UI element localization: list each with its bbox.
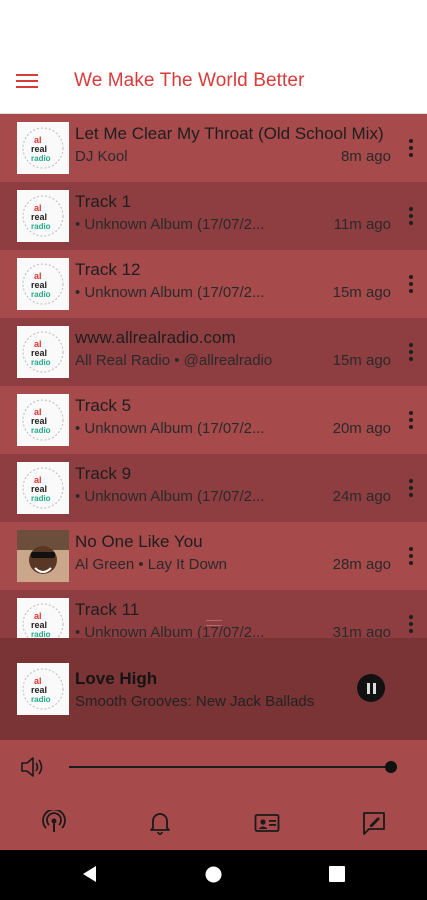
- track-title: Track 11: [75, 600, 140, 619]
- track-time: 20m ago: [332, 420, 391, 437]
- svg-text:radio: radio: [31, 222, 51, 231]
- svg-text:radio: radio: [31, 154, 51, 163]
- home-icon[interactable]: [205, 866, 222, 888]
- more-options-icon[interactable]: [403, 544, 419, 568]
- hamburger-menu-icon[interactable]: [4, 58, 50, 104]
- svg-text:radio: radio: [31, 290, 51, 299]
- album-art: al real radio: [17, 122, 69, 174]
- id-card-icon[interactable]: [254, 810, 280, 836]
- track-title: Track 12: [75, 260, 141, 279]
- list-item[interactable]: al real radio Track 1 • Unknown Album (17/…: [0, 182, 427, 250]
- svg-text:real: real: [31, 212, 47, 222]
- now-playing-art: al real radio: [17, 663, 69, 715]
- track-title: Let Me Clear My Throat (Old School Mix): [75, 124, 384, 143]
- track-subtitle: • Unknown Album (17/07/2...: [75, 284, 265, 301]
- pause-button[interactable]: [357, 674, 385, 702]
- bell-icon[interactable]: [147, 810, 173, 836]
- track-time: 28m ago: [332, 556, 391, 573]
- drag-handle-icon[interactable]: [206, 620, 222, 626]
- svg-text:real: real: [31, 416, 47, 426]
- svg-text:radio: radio: [31, 630, 51, 638]
- volume-slider-thumb[interactable]: [385, 761, 397, 773]
- track-time: 31m ago: [332, 624, 391, 638]
- track-subtitle: All Real Radio • @allrealradio: [75, 352, 273, 369]
- more-options-icon[interactable]: [403, 476, 419, 500]
- track-title: No One Like You: [75, 532, 203, 551]
- album-art: al real radio: [17, 326, 69, 378]
- now-playing-subtitle: Smooth Grooves: New Jack Ballads: [75, 692, 315, 710]
- now-playing-title: Love High: [75, 668, 158, 688]
- track-time: 15m ago: [332, 284, 391, 301]
- track-title: www.allrealradio.com: [75, 328, 236, 347]
- more-options-icon[interactable]: [403, 340, 419, 364]
- more-options-icon[interactable]: [403, 272, 419, 296]
- svg-text:real: real: [31, 348, 47, 358]
- svg-text:radio: radio: [31, 494, 51, 503]
- album-art: al real radio: [17, 258, 69, 310]
- track-time: 15m ago: [332, 352, 391, 369]
- album-art: [17, 530, 69, 582]
- track-subtitle: Al Green • Lay It Down: [75, 556, 227, 573]
- track-subtitle: • Unknown Album (17/07/2...: [75, 624, 265, 638]
- svg-text:real: real: [31, 484, 47, 494]
- svg-text:real: real: [31, 280, 47, 290]
- more-options-icon[interactable]: [403, 136, 419, 160]
- more-options-icon[interactable]: [403, 612, 419, 636]
- album-art: al real radio: [17, 394, 69, 446]
- album-art: al real radio: [17, 190, 69, 242]
- album-art: al real radio: [17, 462, 69, 514]
- track-subtitle: DJ Kool: [75, 148, 128, 165]
- recents-icon[interactable]: [329, 866, 345, 887]
- list-item[interactable]: al real radio Track 5 • Unknown Album (17/…: [0, 386, 427, 454]
- podcast-icon[interactable]: [41, 810, 67, 836]
- svg-text:radio: radio: [31, 695, 51, 704]
- system-nav-bar: [0, 850, 427, 900]
- bottom-nav: [0, 796, 427, 850]
- list-item[interactable]: al real radio Track 9 • Unknown Album (17/…: [0, 454, 427, 522]
- list-item[interactable]: al real radio Track 12 • Unknown Album (17…: [0, 250, 427, 318]
- speaker-icon[interactable]: [20, 756, 44, 783]
- volume-control: [0, 740, 427, 796]
- track-time: 11m ago: [333, 216, 391, 233]
- more-options-icon[interactable]: [403, 408, 419, 432]
- app-header: We Make The World Better: [0, 48, 427, 114]
- recently-played-list[interactable]: al real radio Let Me Clear My Throat (Old …: [0, 114, 427, 638]
- svg-text:radio: radio: [31, 358, 51, 367]
- track-title: Track 9: [75, 464, 132, 483]
- track-subtitle: • Unknown Album (17/07/2...: [75, 488, 265, 505]
- track-time: 24m ago: [332, 488, 391, 505]
- more-options-icon[interactable]: [403, 204, 419, 228]
- album-art: al real radio: [17, 598, 69, 638]
- svg-text:real: real: [31, 685, 47, 695]
- track-subtitle: • Unknown Album (17/07/2...: [75, 216, 265, 233]
- volume-slider[interactable]: [69, 766, 391, 768]
- svg-text:real: real: [31, 144, 47, 154]
- back-icon[interactable]: [81, 865, 97, 888]
- track-subtitle: • Unknown Album (17/07/2...: [75, 420, 265, 437]
- list-item[interactable]: al real radio Let Me Clear My Throat (Old …: [0, 114, 427, 182]
- track-time: 8m ago: [340, 148, 391, 165]
- list-item[interactable]: al real radio www.allrealradio.com All Rea…: [0, 318, 427, 386]
- list-item[interactable]: No One Like You Al Green • Lay It Down 28…: [0, 522, 427, 590]
- chat-edit-icon[interactable]: [361, 810, 387, 836]
- track-title: Track 5: [75, 396, 132, 415]
- track-title: Track 1: [75, 192, 132, 211]
- now-playing-bar[interactable]: al real radio Love High Smooth Grooves: Ne…: [0, 620, 427, 740]
- page-title: We Make The World Better: [74, 69, 305, 91]
- svg-text:radio: radio: [31, 426, 51, 435]
- svg-text:real: real: [31, 620, 47, 630]
- list-item[interactable]: al real radio Track 11 • Unknown Album (17…: [0, 590, 427, 638]
- status-bar: [0, 0, 427, 48]
